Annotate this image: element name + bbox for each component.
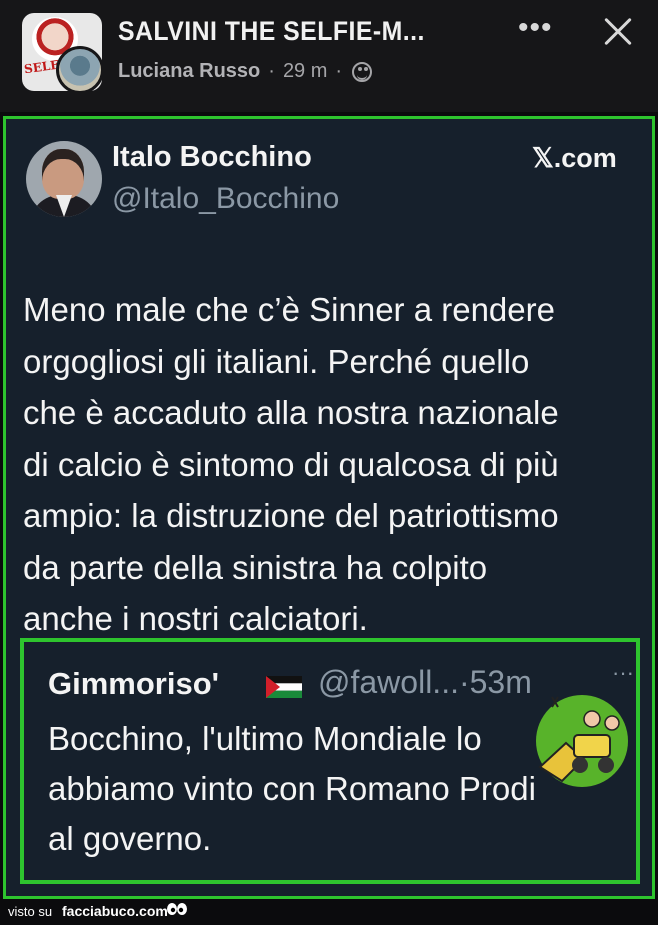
tweet-author-name: Italo Bocchino: [112, 141, 312, 173]
watermark-footer: visto su facciabuco.com: [0, 899, 658, 925]
tweet-card: Italo Bocchino @Italo_Bocchino 𝕏.com Men…: [3, 116, 655, 899]
reply-more-icon: ···: [612, 660, 634, 685]
platform-label: 𝕏.com: [532, 143, 617, 173]
close-icon[interactable]: [598, 12, 638, 52]
meta-separator: ·: [268, 60, 275, 82]
post-meta: Luciana Russo · 29 m ·: [118, 60, 373, 83]
reply-author-name: Gimmoriso': [48, 666, 220, 701]
author-avatar[interactable]: [56, 46, 104, 94]
tweet-author-handle: @Italo_Bocchino: [112, 182, 340, 215]
footer-seen-on: visto su: [8, 904, 53, 919]
palestine-flag-icon: [266, 676, 302, 698]
cartoon-sticker-icon: [536, 695, 628, 787]
avatar-head: [42, 149, 84, 199]
tweet-body: Meno male che c’è Sinner a rendere orgog…: [23, 291, 559, 637]
more-horizontal-icon[interactable]: •••: [518, 13, 553, 43]
eyes-icon: [167, 903, 187, 915]
post-time[interactable]: 29 m: [283, 60, 327, 83]
post-header: SELFIE SALVINI THE SELFIE-M... Luciana R…: [0, 0, 658, 112]
tweet-author-avatar: [26, 141, 102, 217]
group-title[interactable]: SALVINI THE SELFIE-M...: [118, 16, 425, 47]
reply-handle-time: @fawoll...·53m: [318, 664, 532, 700]
footer-site[interactable]: facciabuco.com: [62, 903, 168, 919]
meta-separator: ·: [335, 60, 343, 82]
globe-icon: [352, 61, 373, 82]
post-author[interactable]: Luciana Russo: [118, 60, 260, 83]
